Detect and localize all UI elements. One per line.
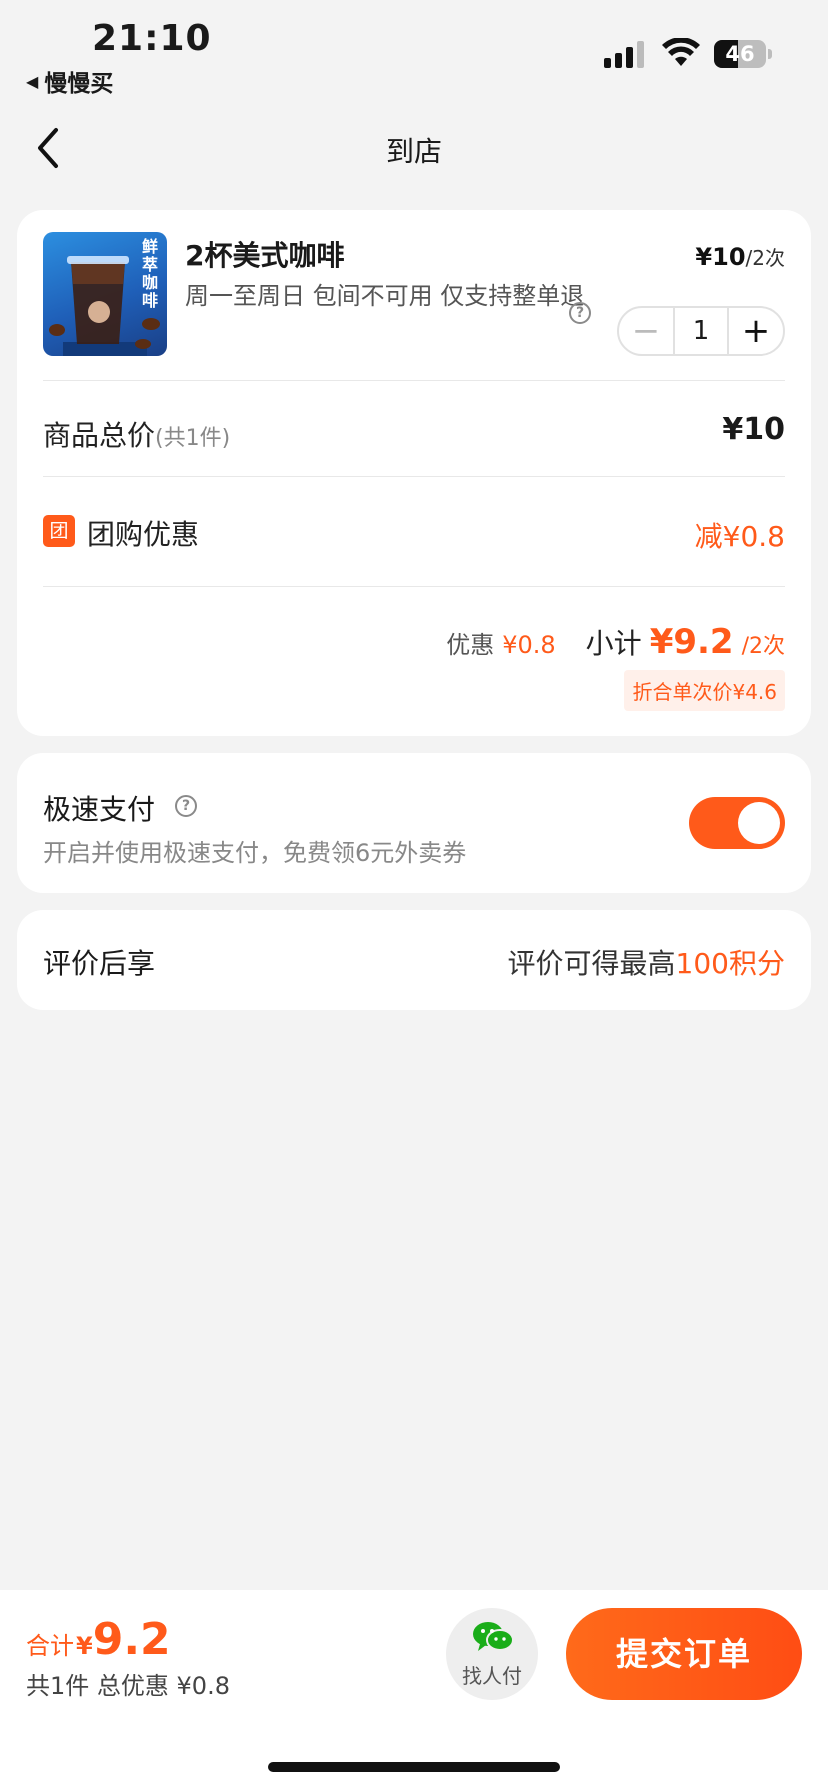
quantity-value[interactable]: 1 (673, 308, 729, 354)
decrease-button[interactable]: − (619, 308, 673, 354)
toggle-knob (738, 802, 780, 844)
fast-pay-toggle[interactable] (689, 797, 785, 849)
groupbuy-badge-icon: 团 (43, 515, 75, 547)
subtotal-value: ¥9.2 (649, 622, 734, 662)
find-pay-label: 找人付 (462, 1664, 522, 1688)
discount-label: 优惠 (446, 631, 495, 659)
divider (43, 476, 785, 477)
nav-bar: 到店 (0, 108, 828, 188)
total-label: 合计 (26, 1632, 74, 1660)
question-mark-icon[interactable]: ? (175, 795, 197, 817)
question-mark-icon[interactable]: ? (569, 302, 591, 324)
review-reward-card: 评价后享 评价可得最高100积分 (17, 910, 811, 1010)
groupbuy-value[interactable]: 减¥0.8 (695, 515, 785, 555)
price-value: 10 (712, 243, 746, 271)
fast-pay-subtitle: 开启并使用极速支付，免费领6元外卖券 (43, 839, 467, 867)
divider (43, 586, 785, 587)
fast-pay-card: 极速支付 ? 开启并使用极速支付，免费领6元外卖券 (17, 753, 811, 893)
wifi-icon (662, 38, 700, 66)
submit-order-button[interactable]: 提交订单 (566, 1608, 802, 1700)
thumbnail-label: 鲜萃咖啡 (141, 237, 158, 310)
order-card: 鲜萃咖啡 2杯美式咖啡 周一至周日 包间不可用 仅支持整单退 ? ¥10/2次 … (17, 210, 811, 736)
back-app-label: 慢慢买 (44, 71, 114, 97)
total-value: 9.2 (92, 1614, 171, 1665)
increase-button[interactable]: + (729, 308, 783, 354)
discount-value: ¥0.8 (502, 631, 556, 659)
fast-pay-title: 极速支付 (43, 793, 156, 826)
divider (43, 380, 785, 381)
status-bar: 21:10 ◀ 慢慢买 46 (0, 0, 828, 100)
battery-level: 46 (725, 42, 755, 66)
subtotal-label: 小计 (585, 627, 642, 660)
total-amount: 合计 ¥ 9.2 (26, 1614, 171, 1665)
back-to-app-link[interactable]: ◀ 慢慢买 (26, 64, 113, 98)
find-someone-pay-button[interactable]: 找人付 (446, 1608, 538, 1700)
goods-total-value: ¥10 (722, 412, 785, 447)
subtotal-unit: /2次 (741, 634, 785, 659)
status-time: 21:10 (92, 18, 212, 59)
goods-count: (共1件) (155, 426, 231, 451)
groupbuy-label: 团购优惠 (87, 518, 200, 551)
checkout-bar: 合计 ¥ 9.2 共1件 总优惠 ¥0.8 找人付 提交订单 (0, 1590, 828, 1792)
goods-total-label: 商品总价(共1件) (43, 414, 230, 454)
subtotal-summary: 优惠 ¥0.8 小计 ¥9.2 /2次 (446, 622, 785, 662)
review-title: 评价后享 (43, 947, 156, 980)
quantity-stepper: − 1 + (617, 306, 785, 356)
review-points: 100积分 (675, 947, 785, 980)
unit-price: ¥10/2次 (695, 242, 785, 271)
total-currency: ¥ (76, 1632, 93, 1660)
goods-total-text: 商品总价 (43, 419, 156, 452)
review-reward: 评价可得最高100积分 (508, 942, 785, 982)
battery-icon: 46 (714, 40, 772, 68)
product-name: 2杯美式咖啡 (185, 239, 345, 272)
per-use-price-badge: 折合单次价¥4.6 (624, 670, 785, 711)
review-prefix: 评价可得最高 (507, 947, 676, 980)
back-triangle-icon: ◀ (26, 71, 39, 91)
page-title: 到店 (385, 135, 442, 168)
wechat-icon (473, 1622, 514, 1651)
product-thumbnail[interactable]: 鲜萃咖啡 (43, 232, 167, 356)
home-indicator (268, 1762, 560, 1772)
product-description: 周一至周日 包间不可用 仅支持整单退 (185, 282, 585, 310)
signal-icon (604, 40, 644, 68)
price-currency: ¥ (695, 243, 713, 271)
price-unit: /2次 (745, 246, 785, 270)
total-summary: 共1件 总优惠 ¥0.8 (26, 1672, 230, 1700)
